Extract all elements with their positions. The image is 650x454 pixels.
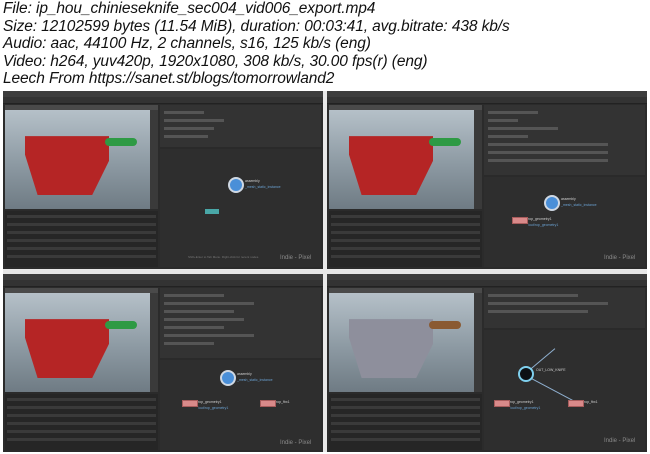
knife-handle: [105, 138, 137, 146]
file-info-header: File: ip_hou_chinieseknife_sec004_vid006…: [3, 0, 647, 88]
viewport-toolbar[interactable]: [150, 293, 158, 392]
network-editor-panel[interactable]: assembly _mesh_static_instance rop_geome…: [160, 288, 321, 450]
geometry-spreadsheet[interactable]: [5, 211, 158, 267]
knife-handle: [105, 321, 137, 329]
rop-geometry-label: rop_geometry1: [510, 400, 534, 404]
menu-bar: [3, 97, 323, 104]
parameter-panel[interactable]: [160, 288, 321, 358]
watermark: Indie - Pixel: [280, 255, 312, 261]
menu-bar: [327, 97, 647, 104]
knife-blade: [349, 319, 433, 378]
geometry-spreadsheet[interactable]: [329, 394, 482, 450]
thumbnail-4[interactable]: OUT_LOW_KNIFE rop_geometry1 /out/rop_geo…: [327, 274, 647, 452]
source-link-line: Leech From https://sanet.st/blogs/tomorr…: [3, 70, 335, 88]
watermark: Indie - Pixel: [280, 440, 312, 446]
rop-geometry-path: /out/rop_geometry1: [198, 406, 229, 410]
file-name-line: File: ip_hou_chinieseknife_sec004_vid006…: [3, 0, 376, 17]
menu-bar: [327, 280, 647, 287]
geometry-spreadsheet[interactable]: [329, 211, 482, 267]
assembly-node-path: _mesh_static_instance: [237, 378, 273, 382]
rop-geometry-node[interactable]: [494, 400, 510, 407]
out-low-knife-label: OUT_LOW_KNIFE: [536, 368, 566, 372]
network-view[interactable]: assembly _mesh_static_instance rop_geome…: [484, 177, 645, 267]
viewport-toolbar[interactable]: [474, 110, 482, 209]
network-view[interactable]: OUT_LOW_KNIFE rop_geometry1 /out/rop_geo…: [484, 330, 645, 450]
rop-fbx-node[interactable]: [260, 400, 276, 407]
assembly-node-label: assembly: [561, 197, 576, 201]
thumbnail-grid: assembly _mesh_static_instance Shift+Ent…: [3, 91, 647, 452]
assembly-node-path: _mesh_static_instance: [561, 203, 597, 207]
network-hint-text: Shift+Enter to Tab Menu. Right-click for…: [188, 255, 260, 259]
scene-viewport[interactable]: [5, 105, 158, 209]
file-size-line: Size: 12102599 bytes (11.54 MiB), durati…: [3, 17, 510, 35]
menu-bar: [3, 280, 323, 287]
rop-geometry-node[interactable]: [512, 217, 528, 224]
parameter-panel[interactable]: [484, 105, 645, 175]
geometry-spreadsheet[interactable]: [5, 394, 158, 450]
knife-blade: [349, 136, 433, 195]
watermark: Indie - Pixel: [604, 438, 636, 444]
teal-node[interactable]: [205, 209, 219, 214]
knife-handle: [429, 321, 461, 329]
rop-geometry-path: /out/rop_geometry1: [510, 406, 541, 410]
knife-handle: [429, 138, 461, 146]
audio-info-line: Audio: aac, 44100 Hz, 2 channels, s16, 1…: [3, 35, 371, 53]
thumbnail-1[interactable]: assembly _mesh_static_instance Shift+Ent…: [3, 91, 323, 269]
network-editor-panel[interactable]: assembly _mesh_static_instance Shift+Ent…: [160, 105, 321, 267]
assembly-node-icon[interactable]: [228, 177, 244, 193]
rop-geometry-label: rop_geometry1: [198, 400, 222, 404]
viewport-toolbar[interactable]: [150, 110, 158, 209]
scene-viewport[interactable]: [329, 288, 482, 392]
thumbnail-2[interactable]: assembly _mesh_static_instance rop_geome…: [327, 91, 647, 269]
knife-blade: [25, 319, 109, 378]
assembly-node-label: assembly: [245, 179, 260, 183]
network-editor-panel[interactable]: assembly _mesh_static_instance rop_geome…: [484, 105, 645, 267]
video-info-line: Video: h264, yuv420p, 1920x1080, 308 kb/…: [3, 52, 428, 70]
scene-viewport[interactable]: [5, 288, 158, 392]
assembly-node-label: assembly: [237, 372, 252, 376]
watermark: Indie - Pixel: [604, 255, 636, 261]
rop-fbx-label: rop_fbx1: [584, 400, 598, 404]
network-view[interactable]: assembly _mesh_static_instance Shift+Ent…: [160, 149, 321, 267]
out-low-knife-node[interactable]: [518, 366, 534, 382]
thumbnail-3[interactable]: assembly _mesh_static_instance rop_geome…: [3, 274, 323, 452]
parameter-panel[interactable]: [484, 288, 645, 328]
scene-viewport[interactable]: [329, 105, 482, 209]
network-editor-panel[interactable]: OUT_LOW_KNIFE rop_geometry1 /out/rop_geo…: [484, 288, 645, 450]
viewport-toolbar[interactable]: [474, 293, 482, 392]
knife-blade: [25, 136, 109, 195]
rop-fbx-node[interactable]: [568, 400, 584, 407]
rop-fbx-label: rop_fbx1: [276, 400, 290, 404]
parameter-panel[interactable]: [160, 105, 321, 147]
rop-geometry-label: rop_geometry1: [528, 217, 552, 221]
assembly-node-icon[interactable]: [220, 370, 236, 386]
rop-geometry-path: /out/rop_geometry1: [528, 223, 559, 227]
assembly-node-icon[interactable]: [544, 195, 560, 211]
network-view[interactable]: assembly _mesh_static_instance rop_geome…: [160, 360, 321, 450]
rop-geometry-node[interactable]: [182, 400, 198, 407]
assembly-node-path: _mesh_static_instance: [245, 185, 281, 189]
